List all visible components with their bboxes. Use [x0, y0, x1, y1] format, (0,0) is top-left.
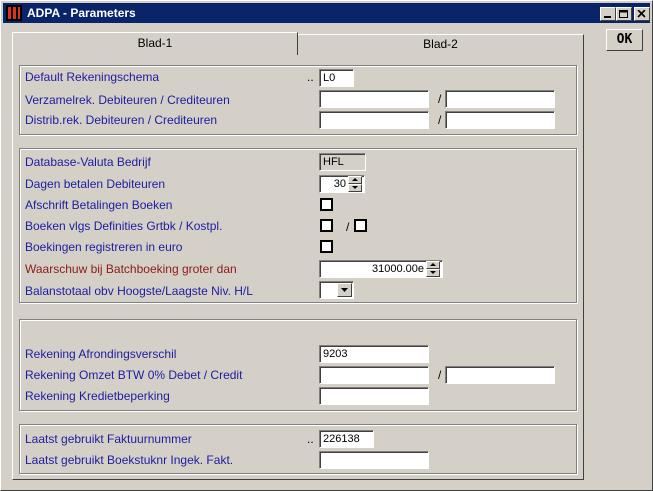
parameters-window: ADPA - Parameters OK Blad-1 Blad-2 Defau… [0, 0, 653, 491]
ok-button[interactable]: OK [606, 29, 643, 51]
distrib-debiteuren-input[interactable] [319, 111, 429, 129]
omzet-btw-label: Rekening Omzet BTW 0% Debet / Credit [25, 368, 243, 382]
valuta-field: HFL [319, 153, 366, 171]
close-icon [637, 10, 646, 18]
default-schema-input[interactable]: L0 [319, 69, 354, 87]
omzet-debet-input[interactable] [319, 366, 429, 384]
distrib-label: Distrib.rek. Debiteuren / Crediteuren [25, 113, 218, 127]
omzet-separator: / [438, 368, 442, 382]
spin-down-button[interactable] [426, 269, 440, 277]
tab-blad-2[interactable]: Blad-2 [298, 34, 584, 54]
chevron-down-icon [341, 288, 348, 292]
title-bar[interactable]: ADPA - Parameters [3, 3, 650, 23]
dagen-spinner[interactable] [348, 176, 362, 192]
faktuur-dots: .. [307, 432, 314, 446]
dagen-label: Dagen betalen Debiteuren [25, 177, 166, 191]
krediet-label: Rekening Kredietbeperking [25, 389, 170, 403]
verzamel-separator: / [438, 92, 442, 106]
tab-blad-1[interactable]: Blad-1 [12, 32, 298, 55]
boeken-separator: / [346, 220, 350, 234]
boekstuk-label: Laatst gebruikt Boekstuknr Ingek. Fakt. [25, 453, 234, 467]
maximize-button[interactable] [616, 7, 632, 21]
verzamel-debiteuren-input[interactable] [319, 90, 429, 108]
distrib-crediteuren-input[interactable] [445, 111, 555, 129]
boekstuk-input[interactable] [319, 451, 429, 469]
window-title: ADPA - Parameters [27, 6, 136, 20]
waarschuw-label: Waarschuw bij Batchboeking groter dan [25, 262, 237, 276]
faktuur-input[interactable]: 226138 [319, 430, 374, 448]
balans-dropdown[interactable] [319, 281, 354, 299]
verzamel-crediteuren-input[interactable] [445, 90, 555, 108]
waarschuw-spinner[interactable] [426, 261, 440, 277]
krediet-input[interactable] [319, 387, 429, 405]
minimize-button[interactable] [600, 7, 616, 21]
default-schema-label: Default Rekeningschema [25, 70, 160, 84]
close-button[interactable] [634, 7, 650, 21]
arrow-down-icon [430, 271, 436, 274]
boeken-grtbk-checkbox[interactable] [320, 219, 333, 232]
dropdown-button[interactable] [337, 283, 352, 297]
afschrift-checkbox[interactable] [320, 198, 333, 211]
distrib-separator: / [438, 113, 442, 127]
spin-up-button[interactable] [348, 176, 362, 184]
euro-label: Boekingen registreren in euro [25, 240, 183, 254]
omzet-credit-input[interactable] [445, 366, 555, 384]
faktuur-label: Laatst gebruikt Faktuurnummer [25, 432, 192, 446]
default-schema-dots: .. [307, 70, 314, 84]
boeken-vlgs-label: Boeken vlgs Definities Grtbk / Kostpl. [25, 219, 223, 233]
afronding-input[interactable]: 9203 [319, 345, 429, 363]
arrow-up-icon [352, 178, 358, 181]
waarschuw-input[interactable]: 31000.00e [319, 260, 443, 278]
maximize-icon [619, 10, 628, 18]
app-icon [6, 5, 22, 21]
verzamel-label: Verzamelrek. Debiteuren / Crediteuren [25, 93, 230, 107]
euro-checkbox[interactable] [320, 240, 333, 253]
boeken-kostpl-checkbox[interactable] [354, 219, 367, 232]
spin-up-button[interactable] [426, 261, 440, 269]
afronding-label: Rekening Afrondingsverschil [25, 347, 177, 361]
valuta-label: Database-Valuta Bedrijf [25, 155, 151, 169]
afschrift-label: Afschrift Betalingen Boeken [25, 198, 173, 212]
minimize-icon [604, 16, 611, 18]
arrow-down-icon [352, 186, 358, 189]
balans-label: Balanstotaal obv Hoogste/Laagste Niv. H/… [25, 284, 253, 298]
arrow-up-icon [430, 263, 436, 266]
spin-down-button[interactable] [348, 184, 362, 192]
